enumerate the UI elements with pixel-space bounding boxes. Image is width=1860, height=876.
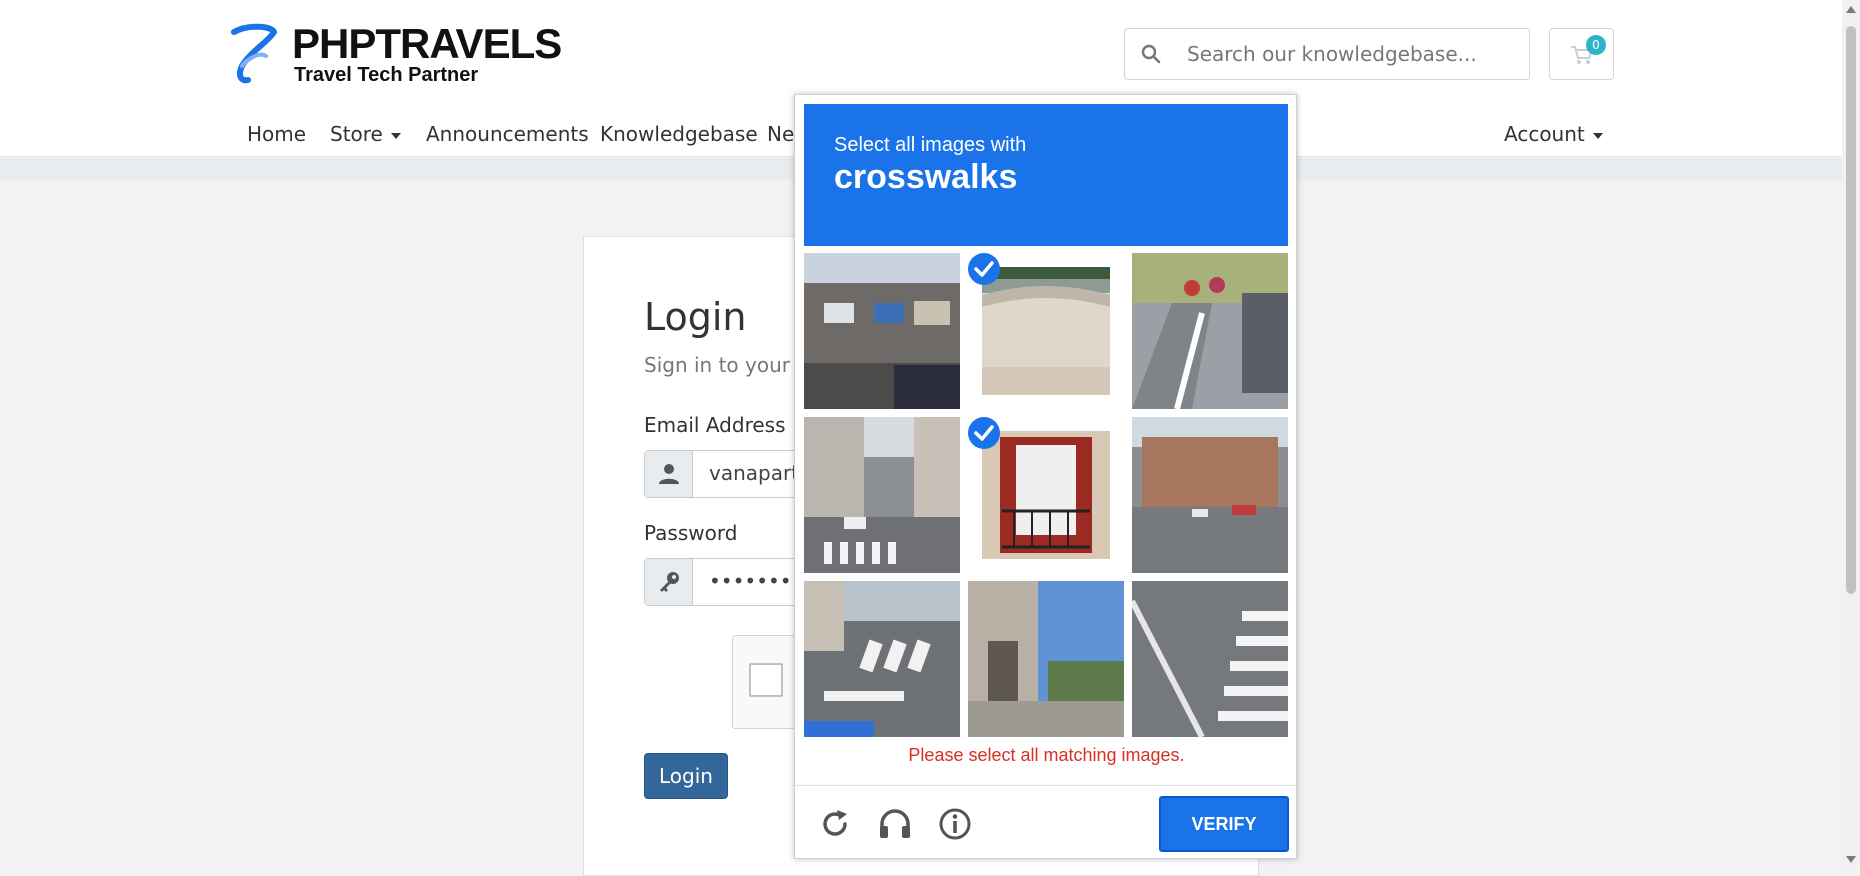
nav-knowledgebase[interactable]: Knowledgebase xyxy=(600,122,758,146)
email-addon xyxy=(645,451,693,497)
page-scrollbar[interactable] xyxy=(1842,0,1860,869)
scroll-thumb[interactable] xyxy=(1846,26,1856,594)
nav-home[interactable]: Home xyxy=(247,122,306,146)
nav-store-label: Store xyxy=(330,122,383,146)
bridge-closeup-image xyxy=(982,267,1110,395)
login-title: Login xyxy=(644,295,747,339)
logo-icon xyxy=(231,23,278,84)
captcha-prompt: Select all images with xyxy=(834,134,1027,156)
reload-icon[interactable] xyxy=(817,806,853,842)
chevron-down-icon xyxy=(1592,132,1603,139)
nav-account-label: Account xyxy=(1504,122,1585,146)
road-crosswalk-image xyxy=(804,581,960,737)
captcha-tile-selected[interactable] xyxy=(968,417,1124,573)
recaptcha-checkbox[interactable] xyxy=(749,663,783,697)
check-icon xyxy=(968,417,1000,449)
scroll-down-icon[interactable] xyxy=(1846,856,1856,863)
password-label: Password xyxy=(644,521,738,545)
search-input[interactable] xyxy=(1185,39,1515,69)
city-crosswalk-image xyxy=(804,417,960,573)
cart-button[interactable]: 0 xyxy=(1549,28,1614,80)
captcha-tile-selected[interactable] xyxy=(968,253,1124,409)
info-icon[interactable] xyxy=(937,806,973,842)
captcha-tile[interactable] xyxy=(1132,417,1288,573)
login-button[interactable]: Login xyxy=(644,753,728,799)
captcha-challenge: Select all images with crosswalks Please… xyxy=(794,94,1297,859)
cyclists-road-image xyxy=(1132,253,1288,409)
captcha-tile[interactable] xyxy=(804,417,960,573)
search-icon xyxy=(1141,44,1161,64)
login-subtitle: Sign in to your a xyxy=(644,353,809,377)
scroll-up-icon[interactable] xyxy=(1846,6,1856,13)
balcony-door-image xyxy=(982,431,1110,559)
brand-tagline: Travel Tech Partner xyxy=(294,64,479,86)
user-icon xyxy=(659,464,679,484)
captcha-tile[interactable] xyxy=(1132,253,1288,409)
intersection-image xyxy=(1132,417,1288,573)
captcha-tile[interactable] xyxy=(804,253,960,409)
nav-network-status[interactable]: Ne xyxy=(767,122,794,146)
zebra-crossing-image xyxy=(1132,581,1288,737)
nav-account[interactable]: Account xyxy=(1504,122,1603,146)
captcha-tile[interactable] xyxy=(968,581,1124,737)
chevron-down-icon xyxy=(390,132,401,139)
captcha-target: crosswalks xyxy=(834,158,1018,196)
captcha-header: Select all images with crosswalks xyxy=(804,104,1288,246)
building-street-image xyxy=(804,253,960,409)
brand-title: PHPTRAVELS xyxy=(292,20,562,67)
captcha-tile[interactable] xyxy=(804,581,960,737)
check-icon xyxy=(968,253,1000,285)
verify-button[interactable]: VERIFY xyxy=(1159,796,1289,852)
email-value: vanapart xyxy=(709,461,800,485)
password-value: •••••••• xyxy=(709,569,804,593)
captcha-error-message: Please select all matching images. xyxy=(908,745,1185,765)
house-street-image xyxy=(968,581,1124,737)
nav-announcements[interactable]: Announcements xyxy=(426,122,589,146)
key-icon xyxy=(660,572,679,592)
headphones-icon[interactable] xyxy=(877,806,913,842)
captcha-footer: VERIFY xyxy=(795,785,1296,859)
brand-logo[interactable]: PHPTRAVELS Travel Tech Partner xyxy=(228,20,562,90)
cart-count-badge: 0 xyxy=(1586,35,1606,55)
nav-store[interactable]: Store xyxy=(330,122,401,146)
captcha-tile[interactable] xyxy=(1132,581,1288,737)
knowledgebase-search[interactable] xyxy=(1124,28,1530,80)
password-addon xyxy=(645,559,693,605)
captcha-grid xyxy=(804,253,1288,737)
email-label: Email Address xyxy=(644,413,786,437)
